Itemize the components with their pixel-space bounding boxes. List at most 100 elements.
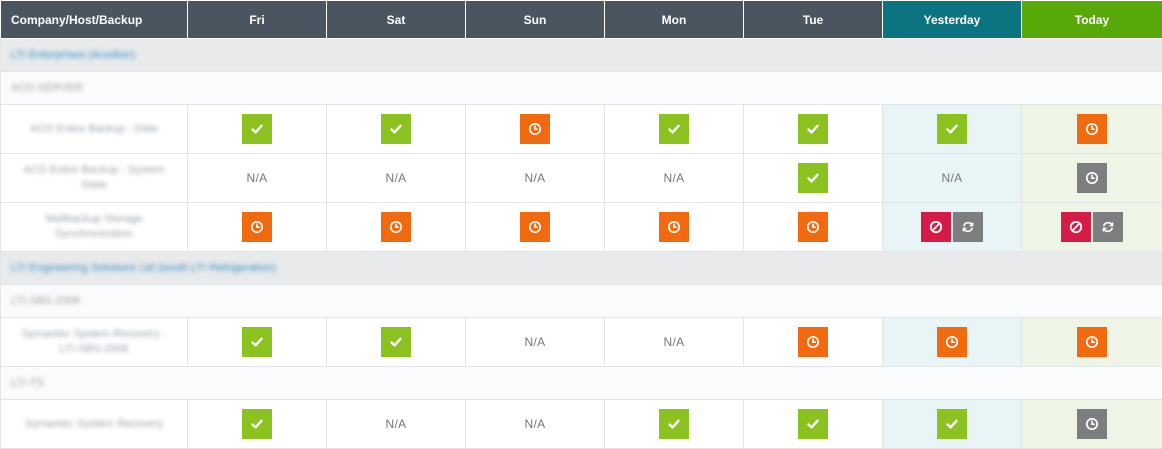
status-success-button[interactable] [659, 409, 689, 439]
status-success-button[interactable] [242, 409, 272, 439]
column-header-sat[interactable]: Sat [327, 1, 466, 39]
company-cell: LTI Enterprises (Acadian) [1, 39, 1162, 72]
na-label: N/A [525, 335, 546, 349]
status-warning-button[interactable] [1077, 114, 1107, 144]
job-name: ACD Entire Backup - Data [19, 122, 169, 137]
company-cell: LTI Engineering Solutions Ltd (south LTI… [1, 252, 1162, 285]
na-label: N/A [386, 171, 407, 185]
job-name: Symantec System Recovery [19, 417, 169, 432]
status-cell-fri: N/A [188, 154, 327, 203]
host-cell: ACD-SERVER [1, 72, 1162, 105]
status-cell-mon [605, 203, 744, 252]
status-cell-mon [605, 105, 744, 154]
job-row: Symantec System Recovery - LTI-SBS-2008 N… [1, 318, 1162, 367]
status-retry-button[interactable] [1093, 212, 1123, 242]
status-cell-yesterday [883, 203, 1022, 252]
status-cell-sat [327, 318, 466, 367]
na-label: N/A [664, 171, 685, 185]
column-header-mon[interactable]: Mon [605, 1, 744, 39]
status-success-button[interactable] [798, 114, 828, 144]
host-row: LTI-SBS-2008 [1, 285, 1162, 318]
status-cell-sun [466, 203, 605, 252]
status-warning-button[interactable] [798, 212, 828, 242]
status-success-button[interactable] [937, 114, 967, 144]
job-name-cell: ACD Entire Backup - System State [1, 154, 188, 203]
status-warning-button[interactable] [242, 212, 272, 242]
column-header-today[interactable]: Today [1022, 1, 1162, 39]
job-name: Symantec System Recovery - LTI-SBS-2008 [19, 327, 169, 357]
status-success-button[interactable] [937, 409, 967, 439]
status-pending-button[interactable] [1077, 409, 1107, 439]
table-header-row: Company/Host/Backup Fri Sat Sun Mon Tue … [1, 1, 1162, 39]
status-cell-today [1022, 400, 1162, 449]
status-warning-button[interactable] [520, 114, 550, 144]
status-cell-sat [327, 105, 466, 154]
status-cell-fri [188, 400, 327, 449]
status-cell-sun [466, 105, 605, 154]
status-cell-fri [188, 203, 327, 252]
status-cell-yesterday [883, 318, 1022, 367]
job-name: Mailbackup Storage Synchronization [19, 212, 169, 242]
host-name: LTI-SBS-2008 [11, 294, 80, 309]
company-row: LTI Enterprises (Acadian) [1, 39, 1162, 72]
status-warning-button[interactable] [798, 327, 828, 357]
na-label: N/A [386, 417, 407, 431]
backup-status-table: Company/Host/Backup Fri Sat Sun Mon Tue … [0, 0, 1162, 449]
status-cell-sat: N/A [327, 154, 466, 203]
status-cell-fri [188, 105, 327, 154]
status-failed-button[interactable] [1061, 212, 1091, 242]
status-warning-button[interactable] [659, 212, 689, 242]
status-failed-button[interactable] [921, 212, 951, 242]
status-cell-mon: N/A [605, 318, 744, 367]
job-name: ACD Entire Backup - System State [19, 163, 169, 193]
column-header-fri[interactable]: Fri [188, 1, 327, 39]
na-label: N/A [247, 171, 268, 185]
status-cell-mon [605, 400, 744, 449]
column-header-yesterday[interactable]: Yesterday [883, 1, 1022, 39]
status-cell-sun: N/A [466, 318, 605, 367]
status-warning-button[interactable] [381, 212, 411, 242]
status-warning-button[interactable] [937, 327, 967, 357]
status-success-button[interactable] [242, 114, 272, 144]
status-retry-button[interactable] [953, 212, 983, 242]
host-row: ACD-SERVER [1, 72, 1162, 105]
status-cell-today [1022, 154, 1162, 203]
status-success-button[interactable] [798, 409, 828, 439]
status-cell-yesterday: N/A [883, 154, 1022, 203]
host-name: LTI-TS [11, 376, 44, 391]
job-row: Mailbackup Storage Synchronization [1, 203, 1162, 252]
status-cell-tue [744, 105, 883, 154]
company-name[interactable]: LTI Enterprises (Acadian) [11, 48, 135, 63]
na-label: N/A [525, 417, 546, 431]
status-cell-sat [327, 203, 466, 252]
status-pending-button[interactable] [1077, 163, 1107, 193]
column-header-tue[interactable]: Tue [744, 1, 883, 39]
status-success-button[interactable] [242, 327, 272, 357]
na-label: N/A [942, 171, 963, 185]
status-warning-button[interactable] [520, 212, 550, 242]
status-success-button[interactable] [381, 114, 411, 144]
job-name-cell: Symantec System Recovery - LTI-SBS-2008 [1, 318, 188, 367]
status-cell-today [1022, 318, 1162, 367]
status-cell-sun: N/A [466, 400, 605, 449]
column-header-name[interactable]: Company/Host/Backup [1, 1, 188, 39]
status-warning-button[interactable] [1077, 327, 1107, 357]
status-cell-mon: N/A [605, 154, 744, 203]
host-name: ACD-SERVER [11, 81, 83, 96]
na-label: N/A [664, 335, 685, 349]
job-row: ACD Entire Backup - Data [1, 105, 1162, 154]
status-cell-sat: N/A [327, 400, 466, 449]
status-cell-tue [744, 400, 883, 449]
table-body: LTI Enterprises (Acadian) ACD-SERVER ACD E… [1, 39, 1162, 449]
status-cell-yesterday [883, 400, 1022, 449]
host-cell: LTI-SBS-2008 [1, 285, 1162, 318]
na-label: N/A [525, 171, 546, 185]
company-row: LTI Engineering Solutions Ltd (south LTI… [1, 252, 1162, 285]
status-success-button[interactable] [381, 327, 411, 357]
status-success-button[interactable] [659, 114, 689, 144]
column-header-sun[interactable]: Sun [466, 1, 605, 39]
status-success-button[interactable] [798, 163, 828, 193]
company-name[interactable]: LTI Engineering Solutions Ltd (south LTI… [11, 261, 276, 276]
job-name-cell: ACD Entire Backup - Data [1, 105, 188, 154]
host-row: LTI-TS [1, 367, 1162, 400]
